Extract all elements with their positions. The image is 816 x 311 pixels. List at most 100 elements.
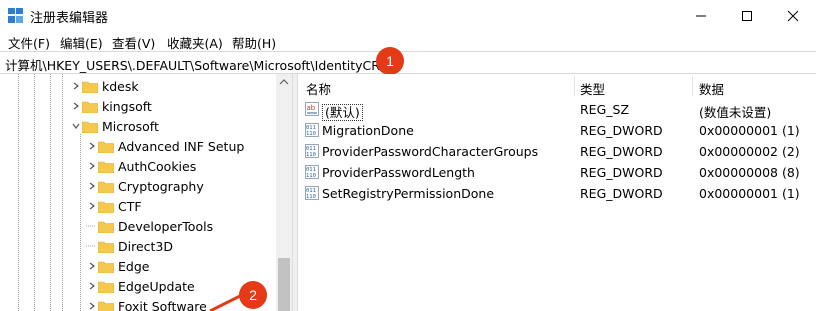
chevron-right-icon[interactable] — [86, 180, 98, 192]
binary-value-icon: 011 110 — [305, 165, 319, 179]
tree-item-developertools[interactable]: DeveloperTools — [86, 216, 213, 236]
menu-file[interactable]: 文件(F) — [8, 33, 50, 52]
value-row[interactable]: 011 110 MigrationDone REG_DWORD 0x000000… — [298, 120, 816, 141]
tree-scrollbar-thumb[interactable] — [278, 258, 290, 311]
svg-text:110: 110 — [306, 131, 316, 137]
value-name: ProviderPasswordLength — [322, 165, 475, 180]
tree-guide-line — [80, 134, 81, 311]
annotation-badge-1: 1 — [376, 47, 404, 75]
value-type: REG_SZ — [580, 102, 630, 117]
value-name: ProviderPasswordCharacterGroups — [322, 144, 539, 159]
title-bar: 注册表编辑器 — [0, 0, 816, 31]
column-header-name[interactable]: 名称 — [306, 74, 331, 98]
chevron-right-icon[interactable] — [86, 260, 98, 272]
maximize-icon — [742, 10, 752, 21]
tree-item-kingsoft[interactable]: kingsoft — [70, 96, 152, 116]
tree-guide-line — [62, 74, 63, 311]
column-header-type[interactable]: 类型 — [580, 74, 605, 98]
svg-text:ab: ab — [307, 104, 316, 112]
binary-value-icon: 011 110 — [305, 186, 319, 200]
column-separator[interactable] — [692, 76, 693, 96]
tree-item-label: AuthCookies — [118, 158, 197, 174]
address-path[interactable]: 计算机\HKEY_USERS\.DEFAULT\Software\Microso… — [5, 55, 387, 74]
tree-item-authcookies[interactable]: AuthCookies — [86, 156, 196, 176]
value-type: REG_DWORD — [580, 123, 663, 138]
tree-item-edgeupdate[interactable]: EdgeUpdate — [86, 276, 195, 296]
close-button[interactable] — [770, 0, 816, 31]
value-type: REG_DWORD — [580, 165, 663, 180]
tree-item-label: Direct3D — [118, 238, 174, 254]
folder-icon — [98, 181, 114, 193]
value-row[interactable]: 011 110 SetRegistryPermissionDone REG_DW… — [298, 183, 816, 204]
chevron-right-icon[interactable] — [86, 280, 98, 292]
menu-edit[interactable]: 编辑(E) — [60, 33, 103, 52]
folder-icon — [82, 101, 98, 113]
column-header-data[interactable]: 数据 — [699, 74, 724, 98]
menu-help[interactable]: 帮助(H) — [232, 33, 276, 52]
window-title: 注册表编辑器 — [30, 11, 109, 26]
menu-bar: 文件(F) 编辑(E) 查看(V) 收藏夹(A) 帮助(H) — [0, 31, 816, 51]
tree-item-foxit-software[interactable]: Foxit Software — [86, 296, 207, 311]
annotation-badge-2: 2 — [239, 281, 267, 309]
svg-text:110: 110 — [306, 152, 316, 158]
value-list[interactable]: 名称 类型 数据 ab (默认) REG_SZ (数值未设置) 011 110 … — [298, 74, 816, 311]
minimize-button[interactable] — [678, 0, 724, 31]
chevron-right-icon[interactable] — [86, 140, 98, 152]
folder-icon — [98, 281, 114, 293]
scroll-up-icon[interactable] — [276, 74, 292, 90]
tree-item-label: Microsoft — [102, 118, 159, 134]
tree-item-kdesk[interactable]: kdesk — [70, 76, 139, 96]
folder-icon — [82, 81, 98, 93]
tree-item-label: kdesk — [102, 78, 139, 94]
regedit-icon — [8, 8, 23, 23]
tree-item-ctf[interactable]: CTF — [86, 196, 142, 216]
folder-icon — [98, 301, 114, 311]
svg-text:110: 110 — [306, 173, 316, 179]
chevron-right-icon[interactable] — [70, 80, 82, 92]
tree-connector — [86, 220, 98, 232]
value-type: REG_DWORD — [580, 186, 663, 201]
value-name: MigrationDone — [322, 123, 414, 138]
value-data: 0x00000001 (1) — [699, 186, 800, 201]
tree-item-label: kingsoft — [102, 98, 152, 114]
tree-item-advanced-inf-setup[interactable]: Advanced INF Setup — [86, 136, 244, 156]
value-type: REG_DWORD — [580, 144, 663, 159]
column-separator[interactable] — [574, 76, 575, 96]
chevron-right-icon[interactable] — [86, 300, 98, 311]
chevron-down-icon[interactable] — [70, 120, 82, 132]
chevron-right-icon[interactable] — [70, 100, 82, 112]
tree-item-label: Edge — [118, 258, 150, 274]
tree-item-microsoft[interactable]: Microsoft — [70, 116, 159, 136]
tree-guide-line — [18, 74, 19, 311]
chevron-right-icon[interactable] — [86, 200, 98, 212]
tree-item-label: Foxit Software — [118, 298, 207, 311]
menu-view[interactable]: 查看(V) — [112, 33, 155, 52]
tree-item-label: EdgeUpdate — [118, 278, 195, 294]
folder-icon — [98, 161, 114, 173]
tree-item-direct3d[interactable]: Direct3D — [86, 236, 173, 256]
menu-favorites[interactable]: 收藏夹(A) — [167, 33, 223, 52]
registry-tree[interactable]: kdesk kingsoft Microsoft Advanced INF Se… — [0, 74, 292, 311]
tree-item-label: Advanced INF Setup — [118, 138, 245, 154]
value-data: (数值未设置) — [699, 105, 772, 120]
folder-icon — [98, 221, 114, 233]
folder-icon — [98, 201, 114, 213]
value-row[interactable]: 011 110 ProviderPasswordLength REG_DWORD… — [298, 162, 816, 183]
tree-item-cryptography[interactable]: Cryptography — [86, 176, 204, 196]
tree-connector — [86, 240, 98, 252]
tree-item-label: DeveloperTools — [118, 218, 214, 234]
value-name: (默认) — [322, 104, 363, 121]
maximize-button[interactable] — [724, 0, 770, 31]
tree-item-label: CTF — [118, 198, 142, 214]
tree-item-edge[interactable]: Edge — [86, 256, 149, 276]
chevron-right-icon[interactable] — [86, 160, 98, 172]
value-row[interactable]: 011 110 ProviderPasswordCharacterGroups … — [298, 141, 816, 162]
svg-text:110: 110 — [306, 194, 316, 200]
value-data: 0x00000002 (2) — [699, 144, 800, 159]
folder-icon — [98, 141, 114, 153]
value-row[interactable]: ab (默认) REG_SZ (数值未设置) — [298, 99, 816, 121]
tree-guide-line — [50, 74, 51, 311]
value-data: 0x00000008 (8) — [699, 165, 800, 180]
tree-guide-line — [34, 74, 35, 311]
address-bar[interactable]: 计算机\HKEY_USERS\.DEFAULT\Software\Microso… — [0, 51, 816, 74]
